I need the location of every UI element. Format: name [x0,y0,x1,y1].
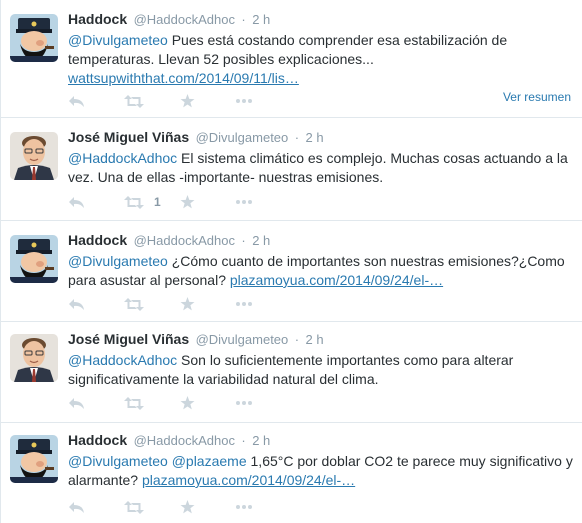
tweet-fullname[interactable]: Haddock [68,232,127,248]
tweet-mention[interactable]: @Divulgameteo [68,453,168,469]
avatar[interactable] [10,235,58,283]
haddock-avatar-image [10,14,58,62]
retweet-icon [124,500,144,514]
tweet-username[interactable]: @Divulgameteo [196,332,289,347]
tweet-username[interactable]: @HaddockAdhoc [134,233,235,248]
avatar[interactable] [10,132,58,180]
tweet-text: @Divulgameteo @plazaeme 1,65°C por dobla… [68,452,573,490]
tweet-username[interactable]: @Divulgameteo [196,130,289,145]
favorite-button[interactable] [180,296,236,312]
tweet-item[interactable]: Haddock @HaddockAdhoc · 2 h @Divulgamete… [1,423,582,523]
tweet-username[interactable]: @HaddockAdhoc [134,12,235,27]
favorite-star-icon [180,297,195,311]
jose-miguel-avatar-image [10,132,58,180]
reply-button[interactable] [68,499,124,515]
reply-icon [69,196,84,208]
tweet-timeline: Haddock @HaddockAdhoc · 2 h @Divulgamete… [0,0,582,523]
reply-button[interactable] [68,194,124,210]
tweet-timestamp[interactable]: 2 h [306,130,324,145]
favorite-button[interactable] [180,93,236,109]
tweet-timestamp[interactable]: 2 h [306,332,324,347]
tweet-mention[interactable]: @Divulgameteo [68,253,168,269]
retweet-icon [124,297,144,311]
tweet-link[interactable]: wattsupwiththat.com/2014/09/11/lis… [68,70,299,86]
tweet-item[interactable]: José Miguel Viñas @Divulgameteo · 2 h @H… [1,118,582,221]
retweet-button[interactable] [124,499,180,515]
retweet-count: 1 [154,195,161,209]
tweet-actions [68,296,292,312]
favorite-star-icon [180,500,195,514]
more-dots-icon [236,401,252,405]
tweet-item[interactable]: Haddock @HaddockAdhoc · 2 h @Divulgamete… [1,0,582,118]
avatar[interactable] [10,334,58,382]
retweet-icon [124,396,144,410]
favorite-star-icon [180,94,195,108]
more-button[interactable] [236,296,292,312]
favorite-button[interactable] [180,395,236,411]
retweet-button[interactable]: 1 [124,194,180,210]
more-button[interactable] [236,395,292,411]
more-dots-icon [236,99,252,103]
tweet-actions [68,395,292,411]
reply-icon [69,95,84,107]
favorite-button[interactable] [180,194,236,210]
tweet-mention[interactable]: @HaddockAdhoc [68,150,177,166]
reply-icon [69,501,84,513]
tweet-mention[interactable]: @HaddockAdhoc [68,352,177,368]
tweet-actions [68,499,292,515]
separator-dot: · [294,332,300,347]
haddock-avatar-image [10,235,58,283]
tweet-actions [68,93,292,109]
tweet-text: @HaddockAdhoc El sistema climático es co… [68,149,573,187]
separator-dot: · [241,12,246,27]
favorite-star-icon [180,396,195,410]
tweet-fullname[interactable]: José Miguel Viñas [68,331,189,347]
reply-button[interactable] [68,93,124,109]
tweet-item[interactable]: Haddock @HaddockAdhoc · 2 h @Divulgamete… [1,221,582,322]
tweet-timestamp[interactable]: 2 h [252,233,270,248]
more-dots-icon [236,505,252,509]
tweet-username[interactable]: @HaddockAdhoc [134,433,235,448]
more-dots-icon [236,302,252,306]
separator-dot: · [241,233,246,248]
tweet-fullname[interactable]: Haddock [68,11,127,27]
tweet-timestamp[interactable]: 2 h [252,12,270,27]
avatar[interactable] [10,435,58,483]
retweet-button[interactable] [124,395,180,411]
haddock-avatar-image [10,435,58,483]
more-dots-icon [236,200,252,204]
separator-dot: · [241,433,246,448]
view-summary-link[interactable]: Ver resumen [503,90,571,104]
tweet-text: @HaddockAdhoc Son lo suficientemente imp… [68,351,573,389]
avatar[interactable] [10,14,58,62]
more-button[interactable] [236,93,292,109]
tweet-timestamp[interactable]: 2 h [252,433,270,448]
reply-button[interactable] [68,395,124,411]
jose-miguel-avatar-image [10,334,58,382]
tweet-text: @Divulgameteo ¿Cómo cuanto de importante… [68,252,573,290]
reply-icon [69,298,84,310]
reply-button[interactable] [68,296,124,312]
tweet-mention-second[interactable]: @plazaeme [172,453,247,469]
more-button[interactable] [236,194,292,210]
tweet-mention[interactable]: @Divulgameteo [68,32,168,48]
retweet-icon [124,195,144,209]
retweet-button[interactable] [124,296,180,312]
tweet-link[interactable]: plazamoyua.com/2014/09/24/el-… [142,472,355,488]
tweet-item[interactable]: José Miguel Viñas @Divulgameteo · 2 h @H… [1,322,582,423]
retweet-button[interactable] [124,93,180,109]
tweet-link[interactable]: plazamoyua.com/2014/09/24/el-… [230,272,443,288]
favorite-button[interactable] [180,499,236,515]
tweet-fullname[interactable]: Haddock [68,432,127,448]
tweet-text: @Divulgameteo Pues está costando compren… [68,31,573,88]
more-button[interactable] [236,499,292,515]
separator-dot: · [294,130,300,145]
retweet-icon [124,94,144,108]
tweet-fullname[interactable]: José Miguel Viñas [68,129,189,145]
tweet-actions: 1 [68,194,292,210]
reply-icon [69,397,84,409]
favorite-star-icon [180,195,195,209]
